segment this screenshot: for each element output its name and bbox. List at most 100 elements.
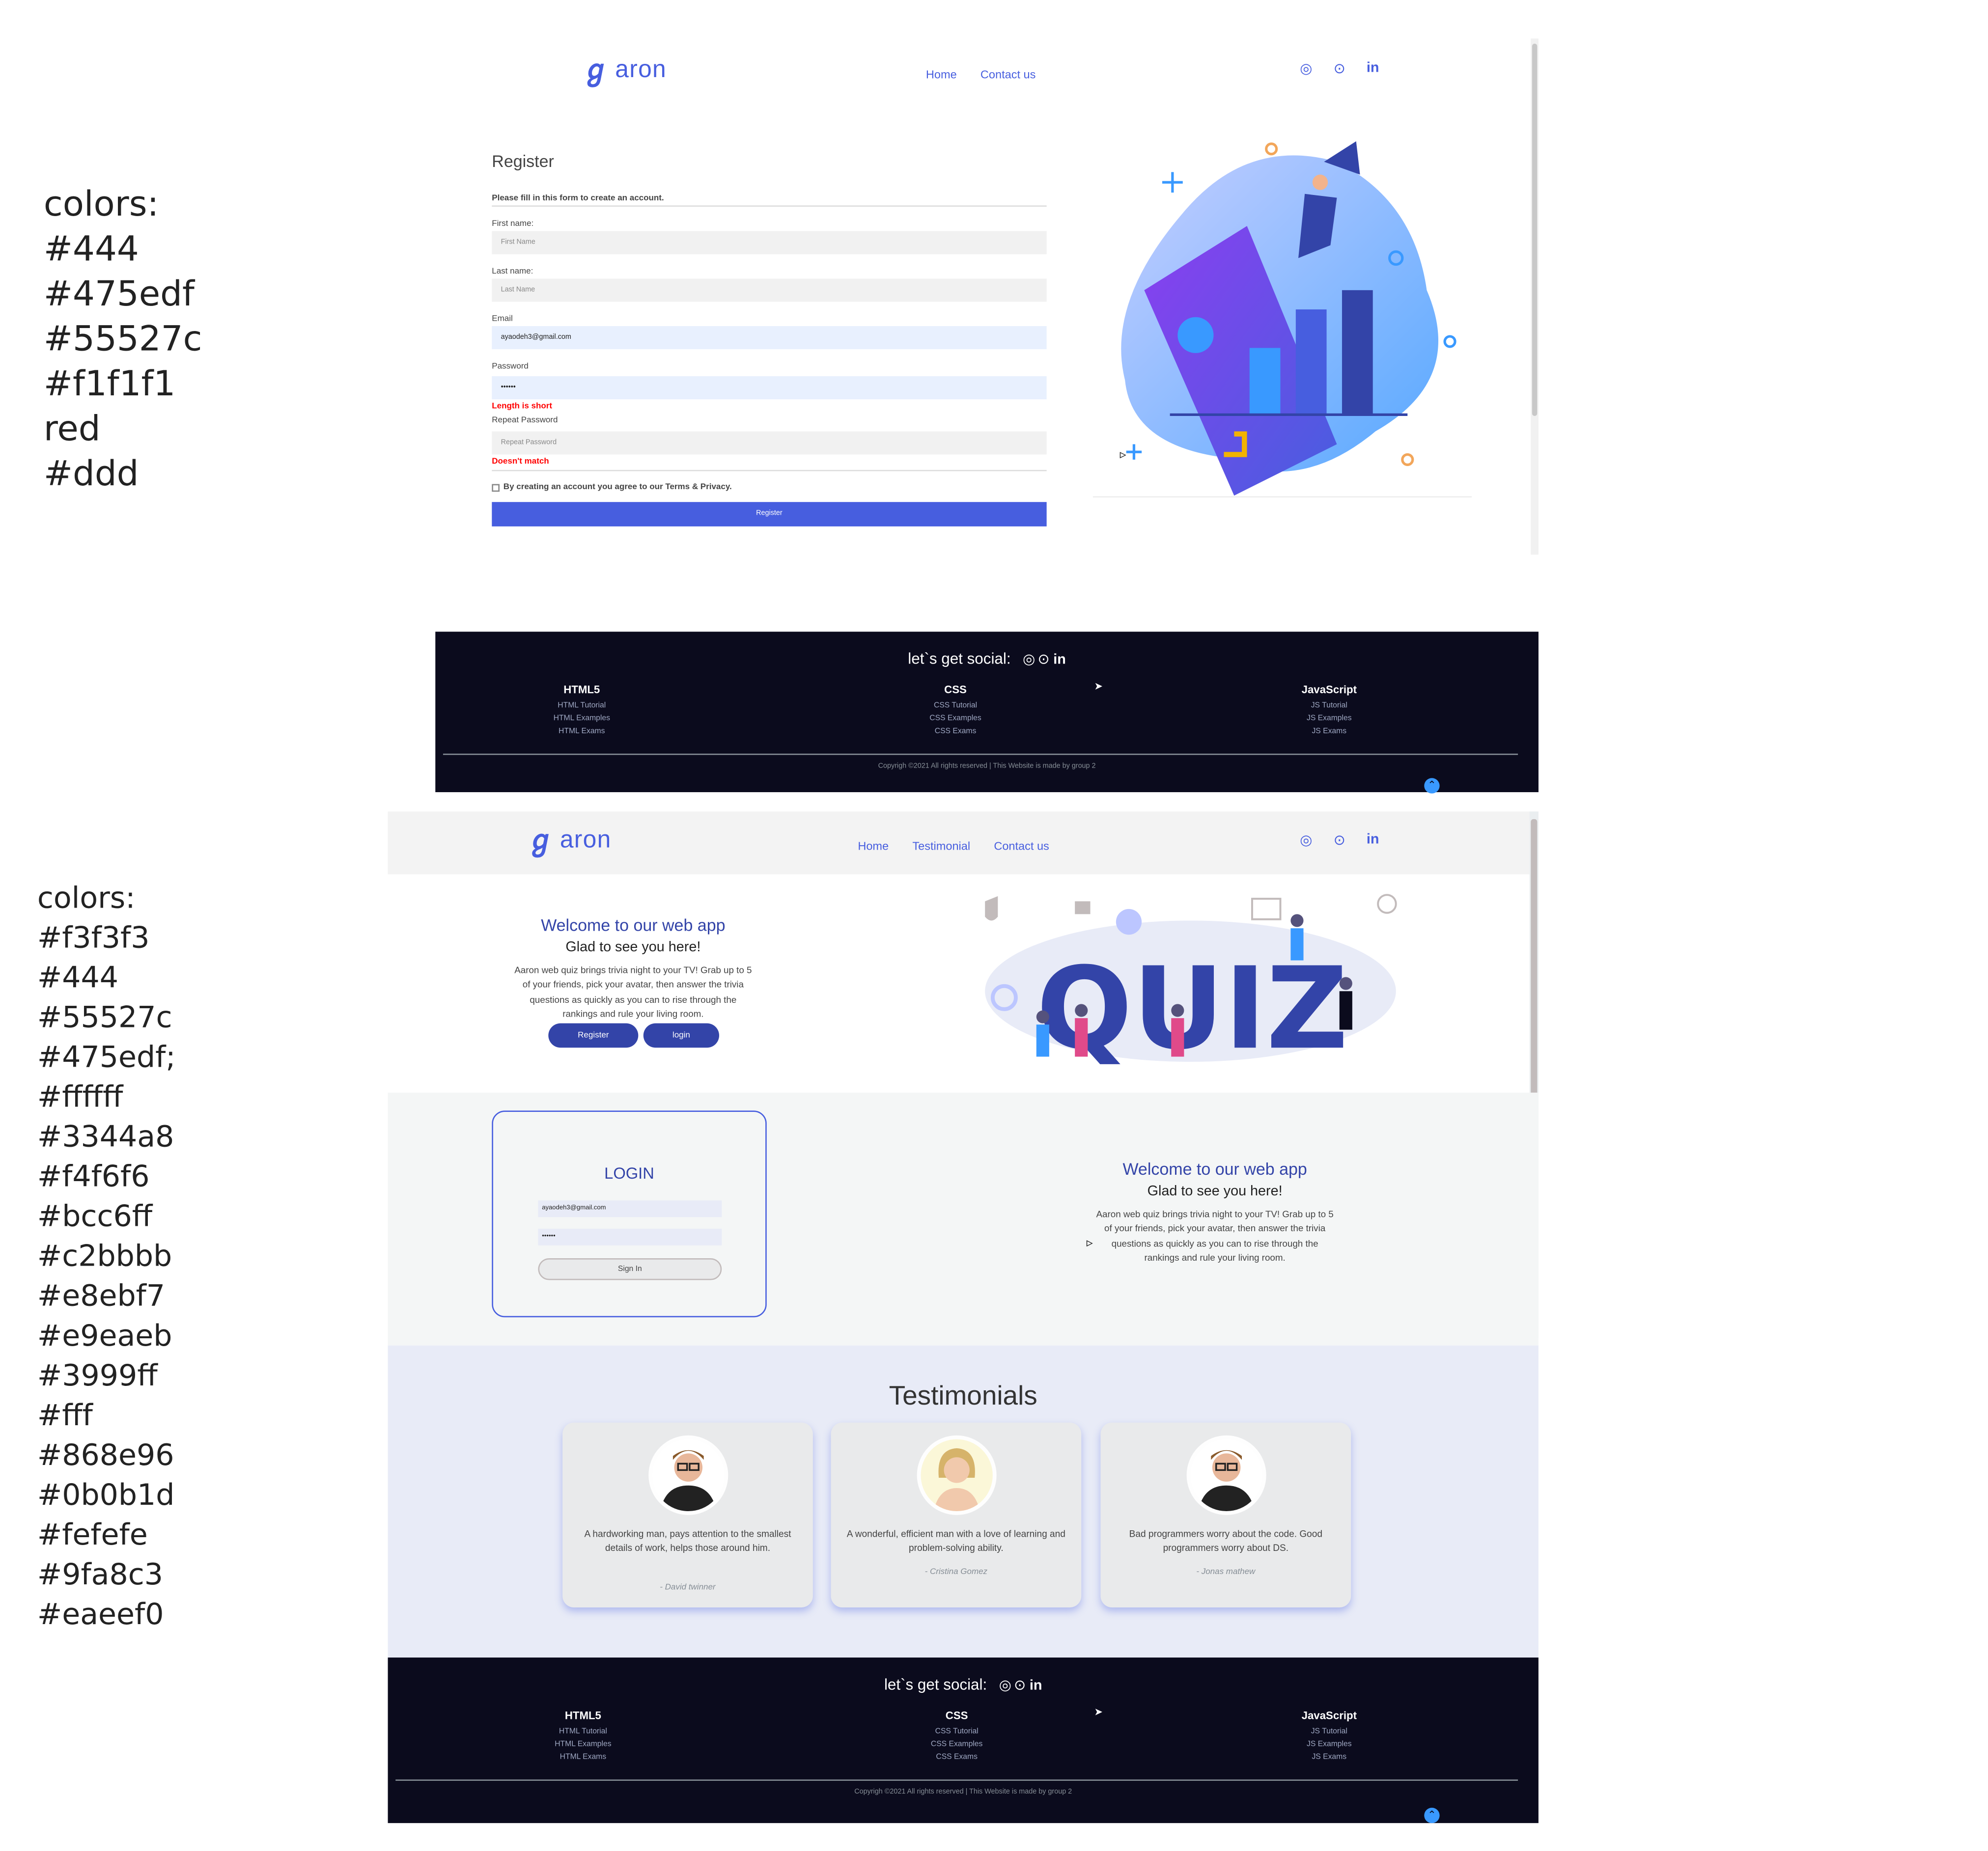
- password-field[interactable]: ••••••: [492, 376, 1047, 400]
- header-social: ◎ ⊙ in: [1298, 60, 1380, 77]
- register-page-screenshot: ℊ aron Home Contact us ◎ ⊙ in Register P…: [435, 38, 1539, 555]
- github-icon[interactable]: ⊙: [1037, 652, 1049, 667]
- page-title: Register: [492, 151, 554, 171]
- growth-illustration: [1092, 141, 1472, 498]
- footer-link[interactable]: JS Exams: [1252, 1751, 1406, 1764]
- login-password-field[interactable]: ••••••: [538, 1228, 722, 1245]
- site-footer: let`s get social: ◎ ⊙ in HTML5 HTML Tutori…: [388, 1658, 1539, 1823]
- linkedin-icon[interactable]: in: [1030, 1678, 1042, 1693]
- footer-divider: [395, 1779, 1518, 1781]
- footer-link[interactable]: CSS Examples: [878, 713, 1033, 725]
- footer-link[interactable]: CSS Exams: [878, 725, 1033, 738]
- quiz-illustration: QUIZ: [985, 894, 1397, 1068]
- last-name-input[interactable]: Last Name: [492, 278, 1047, 302]
- home-page-screenshot: ℊ aron Home Testimonial Contact us ◎ ⊙ i…: [388, 811, 1539, 1823]
- footer-link[interactable]: HTML Examples: [504, 713, 659, 725]
- repeat-password-label: Repeat Password: [492, 416, 558, 425]
- footer-link[interactable]: CSS Exams: [880, 1751, 1034, 1764]
- footer-column-js: JavaScript JS Tutorial JS Examples JS Ex…: [1252, 1709, 1406, 1764]
- nav-testimonial[interactable]: Testimonial: [912, 840, 970, 853]
- palette-code: #444: [37, 962, 118, 995]
- instagram-icon[interactable]: ◎: [999, 1678, 1011, 1693]
- palette-code: #55527c: [43, 319, 202, 360]
- welcome-line: of your friends, pick your avatar, then …: [1104, 1222, 1326, 1235]
- register-button[interactable]: Register: [492, 502, 1047, 526]
- login-button[interactable]: login: [643, 1023, 720, 1048]
- nav-contact[interactable]: Contact us: [980, 68, 1036, 81]
- github-icon[interactable]: ⊙: [1332, 832, 1347, 849]
- mouse-cursor-icon: ▹: [1086, 1236, 1093, 1251]
- canvas: colors: #444 #475edf #55527c #f1f1f1 red…: [0, 0, 1988, 1851]
- footer-link[interactable]: JS Examples: [1252, 1739, 1406, 1751]
- terms-checkbox[interactable]: [492, 483, 500, 491]
- scrollbar[interactable]: [1531, 38, 1539, 555]
- testimonial-card: A hardworking man, pays attention to the…: [562, 1422, 813, 1608]
- testimonial-author: - David twinner: [660, 1583, 716, 1592]
- register-button[interactable]: Register: [548, 1023, 639, 1048]
- nav-home[interactable]: Home: [858, 840, 889, 853]
- repeat-password-input[interactable]: Repeat Password: [492, 431, 1047, 455]
- palette-code: #fff: [37, 1399, 93, 1433]
- avatar: [648, 1435, 728, 1515]
- linkedin-icon[interactable]: in: [1053, 652, 1066, 667]
- footer-link[interactable]: HTML Exams: [506, 1751, 660, 1764]
- palette-code: #f3f3f3: [37, 922, 150, 956]
- column-title: HTML5: [564, 1709, 601, 1722]
- palette-heading: colors:: [37, 882, 136, 915]
- avatar-image: [1198, 1450, 1255, 1512]
- footer-link[interactable]: JS Exams: [1252, 725, 1406, 738]
- sign-in-button[interactable]: Sign In: [538, 1258, 722, 1280]
- nav-home[interactable]: Home: [926, 68, 957, 81]
- column-title: HTML5: [563, 683, 600, 696]
- scrollbar-thumb[interactable]: [1532, 43, 1538, 416]
- footer-column-css: CSS CSS Tutorial CSS Examples CSS Exams: [880, 1709, 1034, 1764]
- brand-name: aron: [615, 56, 667, 83]
- footer-link[interactable]: HTML Exams: [504, 725, 659, 738]
- brand-logo[interactable]: ℊ aron: [582, 56, 667, 85]
- brand-logo[interactable]: ℊ aron: [526, 824, 612, 856]
- instagram-icon[interactable]: ◎: [1298, 832, 1314, 849]
- github-icon[interactable]: ⊙: [1014, 1678, 1026, 1693]
- copyright: Copyrigh ©2021 All rights reserved | Thi…: [878, 762, 1096, 771]
- email-field[interactable]: ayaodeh3@gmail.com: [492, 326, 1047, 350]
- footer-link[interactable]: JS Examples: [1252, 713, 1406, 725]
- palette-code: #eaeef0: [37, 1598, 164, 1632]
- footer-link[interactable]: HTML Tutorial: [504, 700, 659, 713]
- avatar-image: [933, 1448, 980, 1512]
- footer-link[interactable]: HTML Examples: [506, 1739, 660, 1751]
- palette-code: #475edf;: [37, 1041, 176, 1075]
- scrollbar-thumb[interactable]: [1531, 819, 1538, 1099]
- footer-link[interactable]: CSS Tutorial: [880, 1726, 1034, 1739]
- hero-line: of your friends, pick your avatar, then …: [522, 978, 744, 991]
- linkedin-icon[interactable]: in: [1365, 60, 1380, 77]
- linkedin-icon[interactable]: in: [1365, 832, 1380, 849]
- testimonial-quote: Bad programmers worry about the code. Go…: [1129, 1528, 1323, 1554]
- login-card: LOGIN ayaodeh3@gmail.com •••••• Sign In: [492, 1110, 767, 1318]
- first-name-input[interactable]: First Name: [492, 231, 1047, 254]
- mouse-cursor-icon: ➤: [1094, 680, 1103, 692]
- footer-column-css: CSS CSS Tutorial CSS Examples CSS Exams: [878, 683, 1033, 738]
- logo-icon: ℊ: [526, 824, 555, 856]
- footer-link[interactable]: CSS Examples: [880, 1739, 1034, 1751]
- footer-divider: [443, 753, 1518, 755]
- copyright: Copyrigh ©2021 All rights reserved | Thi…: [854, 1788, 1072, 1796]
- instagram-icon[interactable]: ◎: [1023, 652, 1035, 667]
- footer-link[interactable]: JS Tutorial: [1252, 700, 1406, 713]
- back-to-top-icon[interactable]: ⌃: [1424, 778, 1440, 794]
- nav-contact[interactable]: Contact us: [994, 840, 1049, 853]
- hero-description: Aaron web quiz brings trivia night to yo…: [479, 963, 787, 1021]
- repeat-password-error: Doesn't match: [492, 457, 549, 466]
- footer-link[interactable]: JS Tutorial: [1252, 1726, 1406, 1739]
- divider: [492, 205, 1047, 207]
- palette-code: #9fa8c3: [37, 1558, 164, 1592]
- hero-subheading: Glad to see you here!: [565, 939, 701, 956]
- palette-code: #c2bbbb: [37, 1240, 172, 1274]
- footer-link[interactable]: HTML Tutorial: [506, 1726, 660, 1739]
- footer-link[interactable]: CSS Tutorial: [878, 700, 1033, 713]
- instagram-icon[interactable]: ◎: [1298, 60, 1314, 77]
- footer-column-html: HTML5 HTML Tutorial HTML Examples HTML E…: [506, 1709, 660, 1764]
- back-to-top-icon[interactable]: ⌃: [1424, 1807, 1440, 1823]
- login-email-field[interactable]: ayaodeh3@gmail.com: [538, 1200, 722, 1217]
- palette-code: #444: [43, 229, 139, 270]
- github-icon[interactable]: ⊙: [1332, 60, 1347, 77]
